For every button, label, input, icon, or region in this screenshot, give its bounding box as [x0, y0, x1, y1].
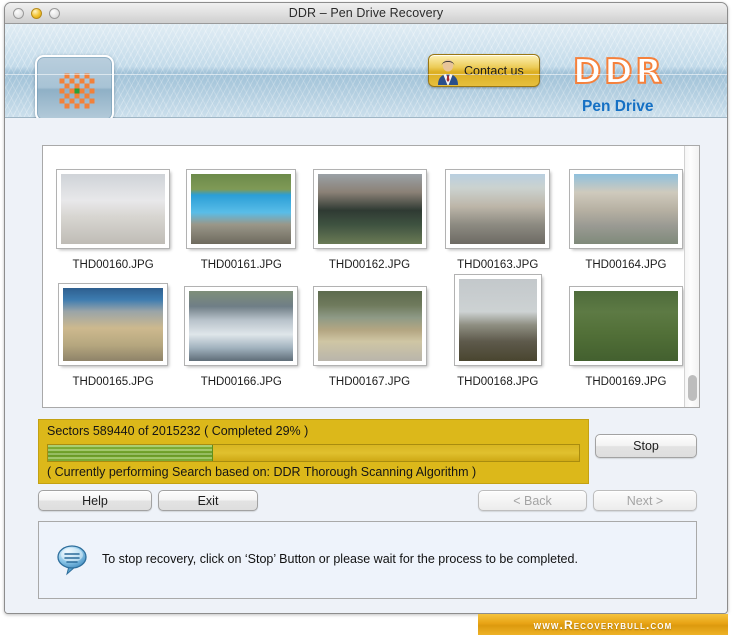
- help-button[interactable]: Help: [38, 490, 152, 511]
- thumbnail-image[interactable]: [317, 291, 422, 361]
- person-icon: [438, 59, 458, 85]
- thumbnail-photo-frame[interactable]: [454, 275, 541, 365]
- thumbnail-item[interactable]: THD00162.JPG: [311, 154, 427, 271]
- thumbnail-frame-wrap: [183, 154, 299, 248]
- scrollbar-thumb[interactable]: [688, 375, 697, 401]
- thumbnail-filename: THD00169.JPG: [585, 376, 667, 388]
- exit-button[interactable]: Exit: [158, 490, 258, 511]
- thumbnail-photo-frame[interactable]: [59, 284, 168, 365]
- thumbnail-scrollbar[interactable]: [684, 146, 699, 407]
- checker-center-cell: [74, 88, 79, 93]
- thumbnail-image[interactable]: [450, 174, 546, 244]
- thumbnail-photo-frame[interactable]: [185, 287, 298, 365]
- app-banner: Contact us DDR Pen Drive: [5, 24, 727, 122]
- thumbnail-image[interactable]: [191, 174, 292, 244]
- thumbnail-item[interactable]: THD00160.JPG: [55, 154, 171, 271]
- thumbnail-photo-frame[interactable]: [313, 287, 426, 365]
- thumbnail-filename: THD00160.JPG: [72, 259, 154, 271]
- application-window: DDR – Pen Drive Recovery Contact us DDR …: [4, 2, 728, 614]
- thumbnail-grid: THD00160.JPG THD00161.JPG THD00162.JPG THD0…: [43, 146, 684, 407]
- progress-algorithm-text: ( Currently performing Search based on: …: [47, 465, 477, 479]
- stop-button[interactable]: Stop: [595, 434, 697, 458]
- checker-cell: [89, 88, 94, 93]
- thumbnail-item[interactable]: THD00163.JPG: [440, 154, 556, 271]
- thumbnail-image[interactable]: [317, 174, 422, 244]
- website-badge-text: www.Recoverybull.com: [533, 617, 673, 632]
- window-titlebar: DDR – Pen Drive Recovery: [5, 3, 727, 24]
- checker-cell: [74, 103, 79, 108]
- thumbnail-image[interactable]: [63, 288, 164, 361]
- thumbnail-frame-wrap: [311, 271, 427, 365]
- checker-cell: [84, 103, 89, 108]
- next-button: Next >: [593, 490, 697, 511]
- thumbnail-image[interactable]: [61, 174, 166, 244]
- thumbnail-row: THD00165.JPG THD00166.JPG THD00167.JPG THD0…: [43, 271, 684, 388]
- thumbnail-filename: THD00163.JPG: [457, 259, 539, 271]
- thumbnail-item[interactable]: THD00166.JPG: [183, 271, 299, 388]
- back-button: < Back: [478, 490, 587, 511]
- thumbnail-photo-frame[interactable]: [446, 170, 550, 248]
- checker-cell: [59, 78, 64, 83]
- thumbnail-photo-frame[interactable]: [187, 170, 296, 248]
- checker-cell: [89, 98, 94, 103]
- thumbnail-item[interactable]: THD00169.JPG: [568, 271, 684, 388]
- thumbnail-item[interactable]: THD00168.JPG: [440, 271, 556, 388]
- window-body: THD00160.JPG THD00161.JPG THD00162.JPG THD0…: [5, 118, 727, 613]
- thumbnail-image[interactable]: [573, 174, 678, 244]
- ddr-logo-subtitle: Pen Drive: [582, 98, 654, 115]
- thumbnail-image[interactable]: [189, 291, 294, 361]
- checker-cell: [64, 103, 69, 108]
- thumbnail-frame-wrap: [568, 271, 684, 365]
- ddr-logo: DDR: [572, 51, 665, 93]
- thumbnail-row: THD00160.JPG THD00161.JPG THD00162.JPG THD0…: [43, 154, 684, 271]
- thumbnail-frame-wrap: [55, 271, 171, 365]
- thumbnail-filename: THD00161.JPG: [200, 259, 282, 271]
- thumbnail-filename: THD00167.JPG: [328, 376, 411, 388]
- thumbnail-item[interactable]: THD00161.JPG: [183, 154, 299, 271]
- thumbnail-panel[interactable]: THD00160.JPG THD00161.JPG THD00162.JPG THD0…: [42, 145, 700, 408]
- contact-us-button[interactable]: Contact us: [428, 54, 540, 87]
- progress-bar-track: [47, 444, 580, 462]
- thumbnail-image[interactable]: [573, 291, 678, 361]
- thumbnail-item[interactable]: THD00164.JPG: [568, 154, 684, 271]
- thumbnail-filename: THD00162.JPG: [328, 259, 411, 271]
- thumbnail-filename: THD00165.JPG: [72, 376, 154, 388]
- thumbnail-item[interactable]: THD00165.JPG: [55, 271, 171, 388]
- contact-us-label: Contact us: [464, 64, 524, 78]
- thumbnail-frame-wrap: [55, 154, 171, 248]
- checker-cell: [89, 78, 94, 83]
- thumbnail-photo-frame[interactable]: [569, 170, 682, 248]
- message-panel: To stop recovery, click on ‘Stop’ Button…: [38, 521, 697, 599]
- thumbnail-frame-wrap: [311, 154, 427, 248]
- thumbnail-image[interactable]: [458, 279, 537, 361]
- screenshot-root: DDR – Pen Drive Recovery Contact us DDR …: [0, 0, 732, 637]
- progress-panel: Sectors 589440 of 2015232 ( Completed 29…: [38, 419, 589, 484]
- thumbnail-frame-wrap: [183, 271, 299, 365]
- website-badge: www.Recoverybull.com: [478, 614, 728, 635]
- thumbnail-frame-wrap: [440, 154, 556, 248]
- thumbnail-filename: THD00168.JPG: [457, 376, 539, 388]
- thumbnail-frame-wrap: [440, 271, 556, 365]
- thumbnail-photo-frame[interactable]: [57, 170, 170, 248]
- speech-bubble-info-icon: [57, 545, 87, 576]
- checker-pattern: [52, 66, 97, 111]
- progress-status-text: Sectors 589440 of 2015232 ( Completed 29…: [47, 424, 309, 438]
- progress-bar-fill: [48, 445, 213, 461]
- thumbnail-item[interactable]: THD00167.JPG: [311, 271, 427, 388]
- thumbnail-photo-frame[interactable]: [569, 287, 682, 365]
- thumbnail-filename: THD00166.JPG: [200, 376, 282, 388]
- thumbnail-frame-wrap: [568, 154, 684, 248]
- message-text: To stop recovery, click on ‘Stop’ Button…: [102, 552, 578, 566]
- checker-cell: [64, 73, 69, 78]
- checkerboard-app-icon: [35, 55, 114, 122]
- window-title: DDR – Pen Drive Recovery: [288, 6, 444, 20]
- thumbnail-filename: THD00164.JPG: [585, 259, 667, 271]
- thumbnail-photo-frame[interactable]: [313, 170, 426, 248]
